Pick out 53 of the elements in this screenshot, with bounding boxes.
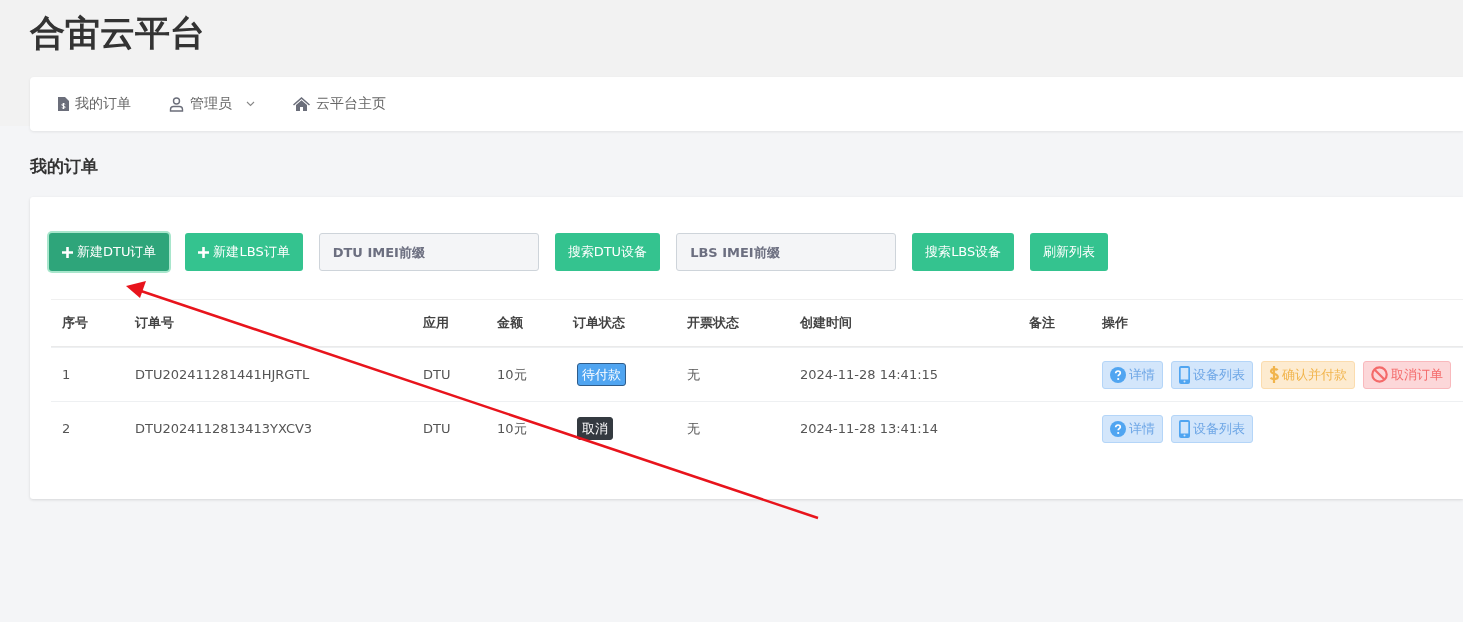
details-button[interactable]: 详情 bbox=[1102, 414, 1163, 443]
column-header: 订单状态 bbox=[572, 314, 626, 332]
column-header: 操作 bbox=[1101, 314, 1129, 332]
table-cell-text: 1 bbox=[61, 367, 72, 382]
column-header: 备注 bbox=[1028, 314, 1056, 332]
status-badge: 取消 bbox=[577, 417, 613, 440]
toolbar-button[interactable]: 新建LBS订单 bbox=[185, 233, 303, 271]
device-list-button[interactable]: 设备列表 bbox=[1171, 360, 1253, 389]
app-title: 合宙云平台 bbox=[30, 12, 205, 55]
ban-icon bbox=[1371, 366, 1388, 383]
plus-icon bbox=[198, 246, 210, 258]
details-button[interactable]: 详情 bbox=[1102, 360, 1163, 389]
table-cell-text: 2 bbox=[61, 421, 72, 436]
phone-icon bbox=[1179, 419, 1190, 438]
table-cell-text: DTU2024112813413YXCV3 bbox=[134, 421, 314, 436]
home-icon bbox=[293, 97, 310, 111]
invoice-icon bbox=[58, 97, 69, 111]
table-cell-text: DTU bbox=[422, 367, 452, 382]
question-icon bbox=[1110, 366, 1126, 383]
chevron-down-icon bbox=[246, 101, 255, 107]
table-cell-text: DTU bbox=[422, 421, 452, 436]
search-field[interactable]: LBS IMEI前缀 bbox=[676, 233, 897, 271]
column-header: 应用 bbox=[422, 314, 450, 332]
column-header: 序号 bbox=[61, 314, 89, 332]
user-icon bbox=[169, 96, 184, 112]
column-header: 创建时间 bbox=[799, 314, 853, 332]
cancel-order-button[interactable]: 取消订单 bbox=[1363, 360, 1451, 389]
device-list-button[interactable]: 设备列表 bbox=[1171, 414, 1253, 443]
nav-link[interactable]: 管理员 bbox=[169, 95, 255, 113]
table-cell-text: 10元 bbox=[496, 365, 528, 384]
table-cell-text: 2024-11-28 13:41:14 bbox=[799, 421, 940, 436]
phone-icon bbox=[1179, 365, 1190, 384]
toolbar-button[interactable]: 刷新列表 bbox=[1030, 233, 1109, 271]
table-cell-text: DTU202411281441HJRGTL bbox=[134, 367, 311, 382]
column-header: 金额 bbox=[496, 314, 524, 332]
toolbar-button[interactable]: 搜索DTU设备 bbox=[554, 233, 661, 271]
pay-button[interactable]: 确认并付款 bbox=[1261, 360, 1355, 389]
nav-link[interactable]: 云平台主页 bbox=[293, 95, 386, 113]
search-field[interactable]: DTU IMEI前缀 bbox=[318, 233, 539, 271]
table-cell-text: 2024-11-28 14:41:15 bbox=[799, 367, 940, 382]
column-header: 开票状态 bbox=[686, 314, 740, 332]
status-badge: 待付款 bbox=[577, 363, 626, 386]
toolbar-button[interactable]: 搜索LBS设备 bbox=[912, 233, 1015, 271]
page-heading: 我的订单 bbox=[30, 155, 98, 177]
table-cell-text: 无 bbox=[686, 419, 701, 438]
column-header: 订单号 bbox=[134, 314, 175, 332]
table-cell-text: 10元 bbox=[496, 419, 528, 438]
nav-link[interactable]: 我的订单 bbox=[58, 95, 131, 113]
table-cell-text: 无 bbox=[686, 365, 701, 384]
toolbar-button[interactable]: 新建DTU订单 bbox=[49, 233, 170, 271]
question-icon bbox=[1110, 420, 1126, 437]
dollar-icon bbox=[1269, 366, 1279, 383]
plus-icon bbox=[62, 246, 73, 258]
